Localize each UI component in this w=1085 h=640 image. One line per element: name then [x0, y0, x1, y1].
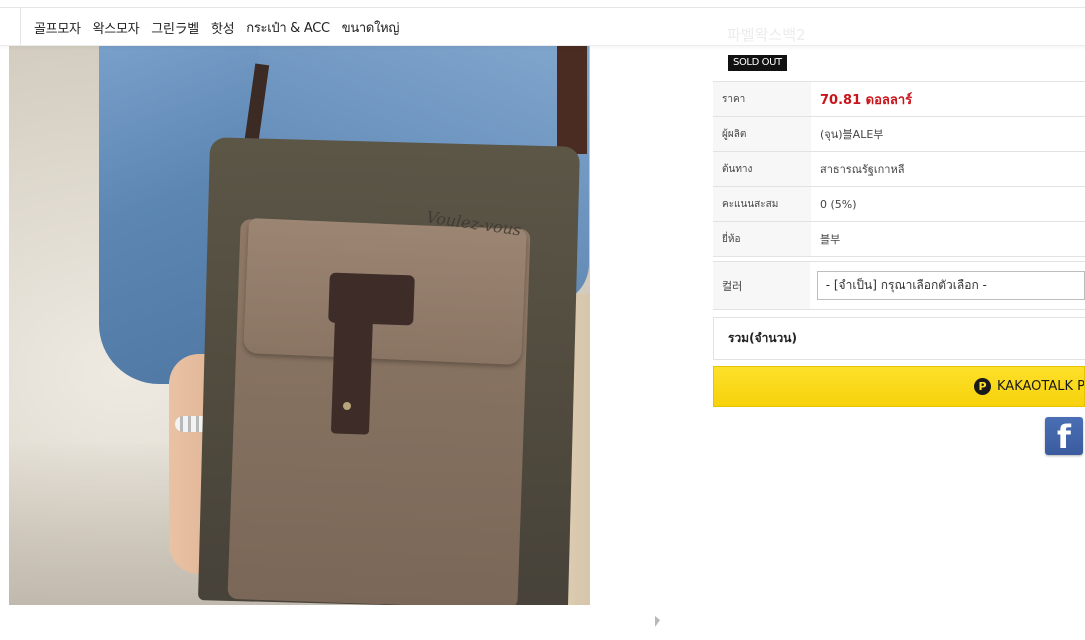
origin-value: สาธารณรัฐเกาหลี — [820, 163, 905, 176]
color-option-label: 컬러 — [713, 262, 810, 309]
color-option-select[interactable]: - [จำเป็น] กรุณาเลือกตัวเลือก - — [816, 271, 1085, 300]
price-label: ราคา — [713, 82, 811, 116]
brand-value: 블부 — [820, 233, 841, 246]
facebook-share-button[interactable]: f — [1045, 417, 1083, 455]
facebook-icon: f — [1057, 418, 1071, 456]
points-value: 0 (5%) — [820, 197, 857, 211]
product-image[interactable]: Voulez-vous — [9, 24, 590, 605]
category-nav: 골프모자 왁스모자 그린ラ벨 핫성 กระเป๋า & ACC ขนาดใหญ่ — [0, 8, 1085, 46]
product-title: 파벨왁스백2 — [727, 26, 806, 44]
brand-label: ยี่ห้อ — [713, 222, 811, 256]
nav-divider — [20, 8, 21, 46]
kakaotalk-pay-label: KAKAOTALK PA — [997, 379, 1085, 394]
sold-out-badge: SOLD OUT — [728, 55, 787, 71]
manufacturer-label: ผู้ผลิต — [713, 117, 811, 151]
info-row-brand: ยี่ห้อ 블부 — [713, 222, 1085, 257]
kakaotalk-pay-button[interactable]: P KAKAOTALK PA — [713, 366, 1085, 407]
price-value: 70.81 ดอลลาร์ — [820, 92, 913, 108]
photo-bag-tab-strap — [330, 313, 374, 435]
option-row-color: 컬러 - [จำเป็น] กรุณาเลือกตัวเลือก - — [713, 261, 1085, 310]
manufacturer-value: (จุน)블ALE부 — [820, 128, 884, 141]
info-row-manufacturer: ผู้ผลิต (จุน)블ALE부 — [713, 117, 1085, 152]
category-list: 골프모자 왁스모자 그린ラ벨 핫성 กระเป๋า & ACC ขนาดใหญ่ — [34, 8, 411, 46]
info-row-points: คะแนนสะสม 0 (5%) — [713, 187, 1085, 222]
photo-bag-rivet — [343, 402, 351, 410]
nav-item-green-label[interactable]: 그린ラ벨 — [151, 18, 199, 37]
cursor-icon — [655, 616, 660, 627]
info-row-origin: ต้นทาง สาธารณรัฐเกาหลี — [713, 152, 1085, 187]
nav-item-hot[interactable]: 핫성 — [211, 18, 235, 37]
nav-item-golf-caps[interactable]: 골프모자 — [34, 18, 81, 37]
nav-item-bags-acc[interactable]: กระเป๋า & ACC — [246, 17, 330, 38]
origin-label: ต้นทาง — [713, 152, 811, 186]
nav-item-large-size[interactable]: ขนาดใหญ่ — [342, 17, 400, 38]
product-info-table: ราคา 70.81 ดอลลาร์ ผู้ผลิต (จุน)블ALE부 ต้… — [713, 81, 1085, 257]
nav-item-wax-caps[interactable]: 왁스모자 — [93, 18, 140, 37]
points-label: คะแนนสะสม — [713, 187, 811, 221]
info-row-price: ราคา 70.81 ดอลลาร์ — [713, 82, 1085, 117]
kakao-pay-icon: P — [974, 378, 991, 395]
total-quantity: รวม(จำนวน) — [713, 317, 1085, 360]
